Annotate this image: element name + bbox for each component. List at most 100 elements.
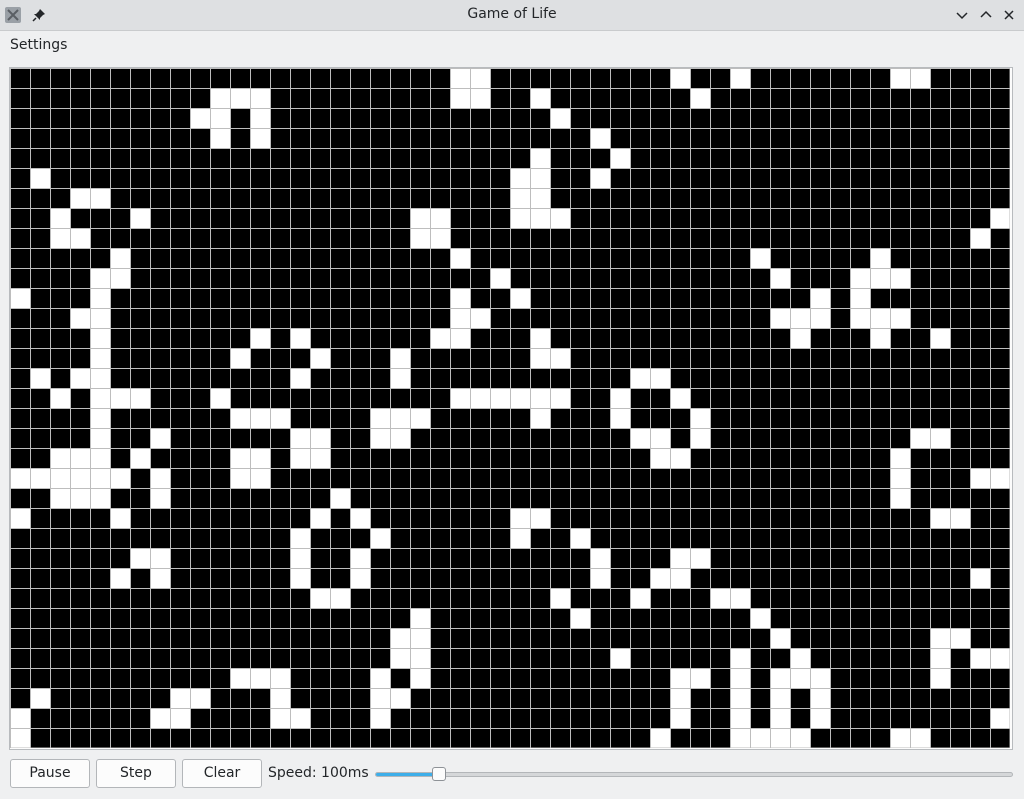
live-cell[interactable] [50, 208, 70, 228]
live-cell[interactable] [730, 708, 750, 728]
live-cell[interactable] [650, 728, 670, 748]
live-cell[interactable] [410, 228, 430, 248]
live-cell[interactable] [250, 88, 270, 108]
live-cell[interactable] [150, 568, 170, 588]
live-cell[interactable] [30, 468, 50, 488]
live-cell[interactable] [170, 708, 190, 728]
live-cell[interactable] [530, 508, 550, 528]
live-cell[interactable] [430, 228, 450, 248]
live-cell[interactable] [150, 428, 170, 448]
live-cell[interactable] [330, 588, 350, 608]
live-cell[interactable] [410, 668, 430, 688]
maximize-icon[interactable] [977, 6, 995, 24]
live-cell[interactable] [730, 688, 750, 708]
live-cell[interactable] [470, 88, 490, 108]
live-cell[interactable] [90, 488, 110, 508]
live-cell[interactable] [310, 448, 330, 468]
live-cell[interactable] [550, 108, 570, 128]
live-cell[interactable] [270, 668, 290, 688]
step-button[interactable]: Step [96, 759, 176, 788]
live-cell[interactable] [170, 688, 190, 708]
live-cell[interactable] [330, 488, 350, 508]
live-cell[interactable] [370, 668, 390, 688]
live-cell[interactable] [90, 328, 110, 348]
live-cell[interactable] [970, 468, 990, 488]
minimize-icon[interactable] [953, 6, 971, 24]
live-cell[interactable] [530, 328, 550, 348]
live-cell[interactable] [910, 428, 930, 448]
live-cell[interactable] [390, 348, 410, 368]
live-cell[interactable] [410, 648, 430, 668]
live-cell[interactable] [890, 68, 910, 88]
speed-slider-handle[interactable] [431, 767, 446, 781]
live-cell[interactable] [690, 548, 710, 568]
live-cell[interactable] [550, 208, 570, 228]
live-cell[interactable] [230, 408, 250, 428]
live-cell[interactable] [770, 668, 790, 688]
live-cell[interactable] [90, 308, 110, 328]
live-cell[interactable] [10, 468, 30, 488]
live-cell[interactable] [650, 568, 670, 588]
live-cell[interactable] [910, 728, 930, 748]
live-cell[interactable] [390, 428, 410, 448]
live-cell[interactable] [450, 248, 470, 268]
live-cell[interactable] [610, 648, 630, 668]
live-cell[interactable] [130, 548, 150, 568]
live-cell[interactable] [150, 548, 170, 568]
live-cell[interactable] [290, 528, 310, 548]
live-cell[interactable] [190, 108, 210, 128]
live-cell[interactable] [270, 688, 290, 708]
live-cell[interactable] [930, 428, 950, 448]
live-cell[interactable] [750, 248, 770, 268]
live-cell[interactable] [90, 368, 110, 388]
live-cell[interactable] [970, 228, 990, 248]
live-cell[interactable] [150, 488, 170, 508]
live-cell[interactable] [90, 408, 110, 428]
live-cell[interactable] [810, 688, 830, 708]
live-cell[interactable] [450, 288, 470, 308]
live-cell[interactable] [250, 668, 270, 688]
live-cell[interactable] [350, 568, 370, 588]
live-cell[interactable] [410, 608, 430, 628]
live-cell[interactable] [450, 328, 470, 348]
live-cell[interactable] [630, 428, 650, 448]
live-cell[interactable] [210, 108, 230, 128]
live-cell[interactable] [850, 268, 870, 288]
live-cell[interactable] [230, 468, 250, 488]
live-cell[interactable] [390, 628, 410, 648]
live-cell[interactable] [310, 428, 330, 448]
live-cell[interactable] [990, 208, 1010, 228]
live-cell[interactable] [890, 308, 910, 328]
live-cell[interactable] [530, 408, 550, 428]
live-cell[interactable] [90, 388, 110, 408]
live-cell[interactable] [790, 308, 810, 328]
live-cell[interactable] [650, 428, 670, 448]
live-cell[interactable] [350, 548, 370, 568]
live-cell[interactable] [510, 188, 530, 208]
live-cell[interactable] [870, 268, 890, 288]
live-cell[interactable] [210, 388, 230, 408]
live-cell[interactable] [370, 708, 390, 728]
live-cell[interactable] [670, 568, 690, 588]
live-cell[interactable] [290, 368, 310, 388]
clear-button[interactable]: Clear [182, 759, 262, 788]
live-cell[interactable] [690, 88, 710, 108]
live-cell[interactable] [510, 168, 530, 188]
live-cell[interactable] [990, 648, 1010, 668]
live-cell[interactable] [990, 468, 1010, 488]
live-cell[interactable] [210, 128, 230, 148]
live-cell[interactable] [730, 68, 750, 88]
live-cell[interactable] [70, 448, 90, 468]
live-cell[interactable] [850, 308, 870, 328]
live-cell[interactable] [310, 588, 330, 608]
live-cell[interactable] [790, 648, 810, 668]
live-cell[interactable] [90, 468, 110, 488]
live-cell[interactable] [90, 348, 110, 368]
live-cell[interactable] [270, 408, 290, 428]
live-cell[interactable] [230, 668, 250, 688]
live-cell[interactable] [770, 308, 790, 328]
live-cell[interactable] [990, 708, 1010, 728]
live-cell[interactable] [130, 388, 150, 408]
live-cell[interactable] [10, 508, 30, 528]
live-cell[interactable] [550, 588, 570, 608]
